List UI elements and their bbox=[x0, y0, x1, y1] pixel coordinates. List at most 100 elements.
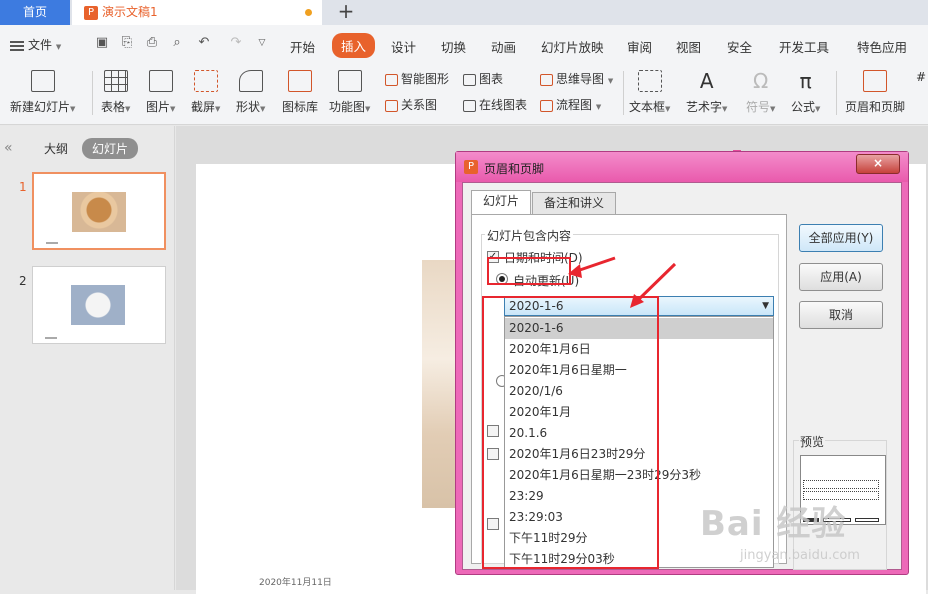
screenshot-button[interactable]: 截屏▼ bbox=[191, 70, 220, 115]
undo-icon[interactable]: ↶ bbox=[196, 35, 212, 51]
online-chart-button[interactable]: 在线图表 bbox=[463, 96, 527, 113]
dog-thumbnail-image bbox=[72, 192, 126, 232]
textbox-icon bbox=[637, 70, 662, 92]
icon-library-button[interactable]: 图标库 bbox=[282, 70, 318, 115]
tab-features[interactable]: 特色应用 bbox=[857, 37, 907, 56]
presentation-icon: P bbox=[84, 5, 98, 20]
tab-document[interactable]: P 演示文稿1 bbox=[72, 0, 322, 25]
slide-number: 1 bbox=[19, 180, 27, 194]
arrowhead-1 bbox=[568, 264, 582, 278]
slide-thumbnail-2[interactable] bbox=[32, 266, 166, 344]
new-slide-label: 新建幻灯片 bbox=[10, 100, 71, 114]
mind-map-button[interactable]: 思维导图 ▼ bbox=[540, 70, 613, 87]
tab-developer[interactable]: 开发工具 bbox=[779, 37, 829, 56]
chart-icon bbox=[463, 73, 476, 86]
close-button[interactable]: × bbox=[856, 154, 900, 174]
baidu-watermark-logo: Bai 经验 bbox=[700, 504, 847, 544]
unsaved-dot-icon bbox=[305, 9, 312, 16]
print-preview-icon[interactable]: ⌕ bbox=[169, 35, 185, 51]
cancel-button[interactable]: 取消 bbox=[799, 301, 883, 329]
divider bbox=[836, 71, 837, 115]
picture-label: 图片 bbox=[146, 100, 171, 114]
slide-thumbnail-1[interactable] bbox=[32, 172, 166, 250]
slide-date-footer[interactable]: 2020年11月11日 bbox=[259, 575, 332, 588]
function-chart-icon bbox=[337, 70, 362, 92]
tab-animation[interactable]: 动画 bbox=[491, 37, 516, 56]
footer-mark bbox=[46, 242, 58, 244]
tab-slideshow[interactable]: 幻灯片放映 bbox=[541, 37, 604, 56]
content-group-label: 幻灯片包含内容 bbox=[485, 227, 574, 244]
file-menu[interactable]: 文件 ▼ bbox=[10, 36, 61, 53]
tab-transition[interactable]: 切换 bbox=[441, 37, 466, 56]
tab-design[interactable]: 设计 bbox=[391, 37, 416, 56]
tab-slides[interactable]: 幻灯片 bbox=[82, 138, 139, 159]
new-slide-button[interactable]: 新建幻灯片▼ bbox=[10, 70, 75, 115]
picture-icon bbox=[148, 70, 173, 92]
slide-number: 2 bbox=[19, 274, 27, 288]
preview-label: 预览 bbox=[799, 433, 826, 450]
screenshot-icon bbox=[193, 70, 218, 92]
tab-insert[interactable]: 插入 bbox=[332, 33, 376, 58]
relation-chart-button[interactable]: 关系图 bbox=[385, 96, 437, 113]
tab-security[interactable]: 安全 bbox=[727, 37, 752, 56]
tab-start[interactable]: 开始 bbox=[290, 37, 315, 56]
collapse-panel-icon[interactable]: « bbox=[4, 140, 13, 156]
divider bbox=[92, 71, 93, 115]
print-icon[interactable]: ⎙ bbox=[144, 35, 160, 51]
online-chart-label: 在线图表 bbox=[479, 98, 528, 112]
tab-view[interactable]: 视图 bbox=[676, 37, 701, 56]
online-chart-icon bbox=[463, 99, 476, 112]
more-button[interactable]: # bbox=[916, 70, 926, 84]
picture-button[interactable]: 图片▼ bbox=[146, 70, 175, 115]
smart-art-button[interactable]: 智能图形 bbox=[385, 70, 449, 87]
annotation-box-date-list bbox=[482, 296, 659, 569]
formula-button[interactable]: π 公式▼ bbox=[791, 70, 820, 115]
preview-footer-number bbox=[855, 518, 879, 522]
new-tab-button[interactable]: + bbox=[334, 0, 358, 25]
chevron-down-icon: ▼ bbox=[55, 43, 62, 51]
function-chart-label: 功能图 bbox=[329, 100, 366, 114]
icon-library-icon bbox=[288, 70, 312, 92]
symbol-label: 符号 bbox=[746, 100, 771, 114]
header-footer-button[interactable]: 页眉和页脚 bbox=[845, 70, 905, 115]
symbol-button[interactable]: Ω 符号▼ bbox=[746, 70, 775, 115]
smart-art-label: 智能图形 bbox=[401, 72, 450, 86]
document-title: 演示文稿1 bbox=[102, 5, 158, 19]
table-icon bbox=[103, 70, 128, 92]
tab-home[interactable]: 首页 bbox=[0, 0, 70, 25]
flow-chart-button[interactable]: 流程图 ▼ bbox=[540, 96, 601, 113]
save-icon[interactable]: ▣ bbox=[94, 35, 110, 51]
apply-button[interactable]: 应用(A) bbox=[799, 263, 883, 291]
textbox-label: 文本框 bbox=[629, 100, 666, 114]
file-menu-label: 文件 bbox=[28, 38, 53, 52]
tab-notes-handouts[interactable]: 备注和讲义 bbox=[532, 192, 617, 214]
apply-all-button[interactable]: 全部应用(Y) bbox=[799, 224, 883, 252]
shape-button[interactable]: 形状▼ bbox=[236, 70, 265, 115]
new-slide-icon bbox=[30, 70, 55, 92]
screenshot-label: 截屏 bbox=[191, 100, 216, 114]
menu-row: 文件 ▼ ▣ ⎘ ⎙ ⌕ ↶ ↷ ▽ 开始 插入 设计 切换 动画 幻灯片放映 … bbox=[0, 25, 928, 63]
function-chart-button[interactable]: 功能图▼ bbox=[329, 70, 370, 115]
chevron-down-icon: ▼ bbox=[762, 301, 769, 311]
chart-button[interactable]: 图表 bbox=[463, 70, 503, 87]
export-icon[interactable]: ⎘ bbox=[119, 35, 135, 51]
table-button[interactable]: 表格▼ bbox=[101, 70, 130, 115]
presentation-icon: P bbox=[464, 160, 478, 174]
customize-chevron-icon[interactable]: ▽ bbox=[254, 35, 270, 51]
annotation-arrows bbox=[568, 256, 677, 308]
tab-outline[interactable]: 大纲 bbox=[44, 140, 68, 157]
slide-panel: « 大纲 幻灯片 1 2 bbox=[0, 126, 175, 590]
smart-art-icon bbox=[385, 73, 398, 86]
dialog-titlebar[interactable]: P 页眉和页脚 × bbox=[456, 152, 908, 182]
table-label: 表格 bbox=[101, 100, 126, 114]
footer-mark bbox=[45, 337, 57, 339]
redo-icon[interactable]: ↷ bbox=[228, 35, 244, 51]
hamburger-icon bbox=[10, 40, 24, 51]
tab-slide[interactable]: 幻灯片 bbox=[471, 190, 532, 215]
textbox-button[interactable]: 文本框▼ bbox=[629, 70, 670, 115]
art-text-button[interactable]: A 艺术字▼ bbox=[686, 70, 727, 115]
slide-photo[interactable] bbox=[422, 260, 458, 508]
tab-review[interactable]: 审阅 bbox=[627, 37, 652, 56]
relation-chart-icon bbox=[385, 99, 398, 112]
formula-label: 公式 bbox=[791, 100, 816, 114]
